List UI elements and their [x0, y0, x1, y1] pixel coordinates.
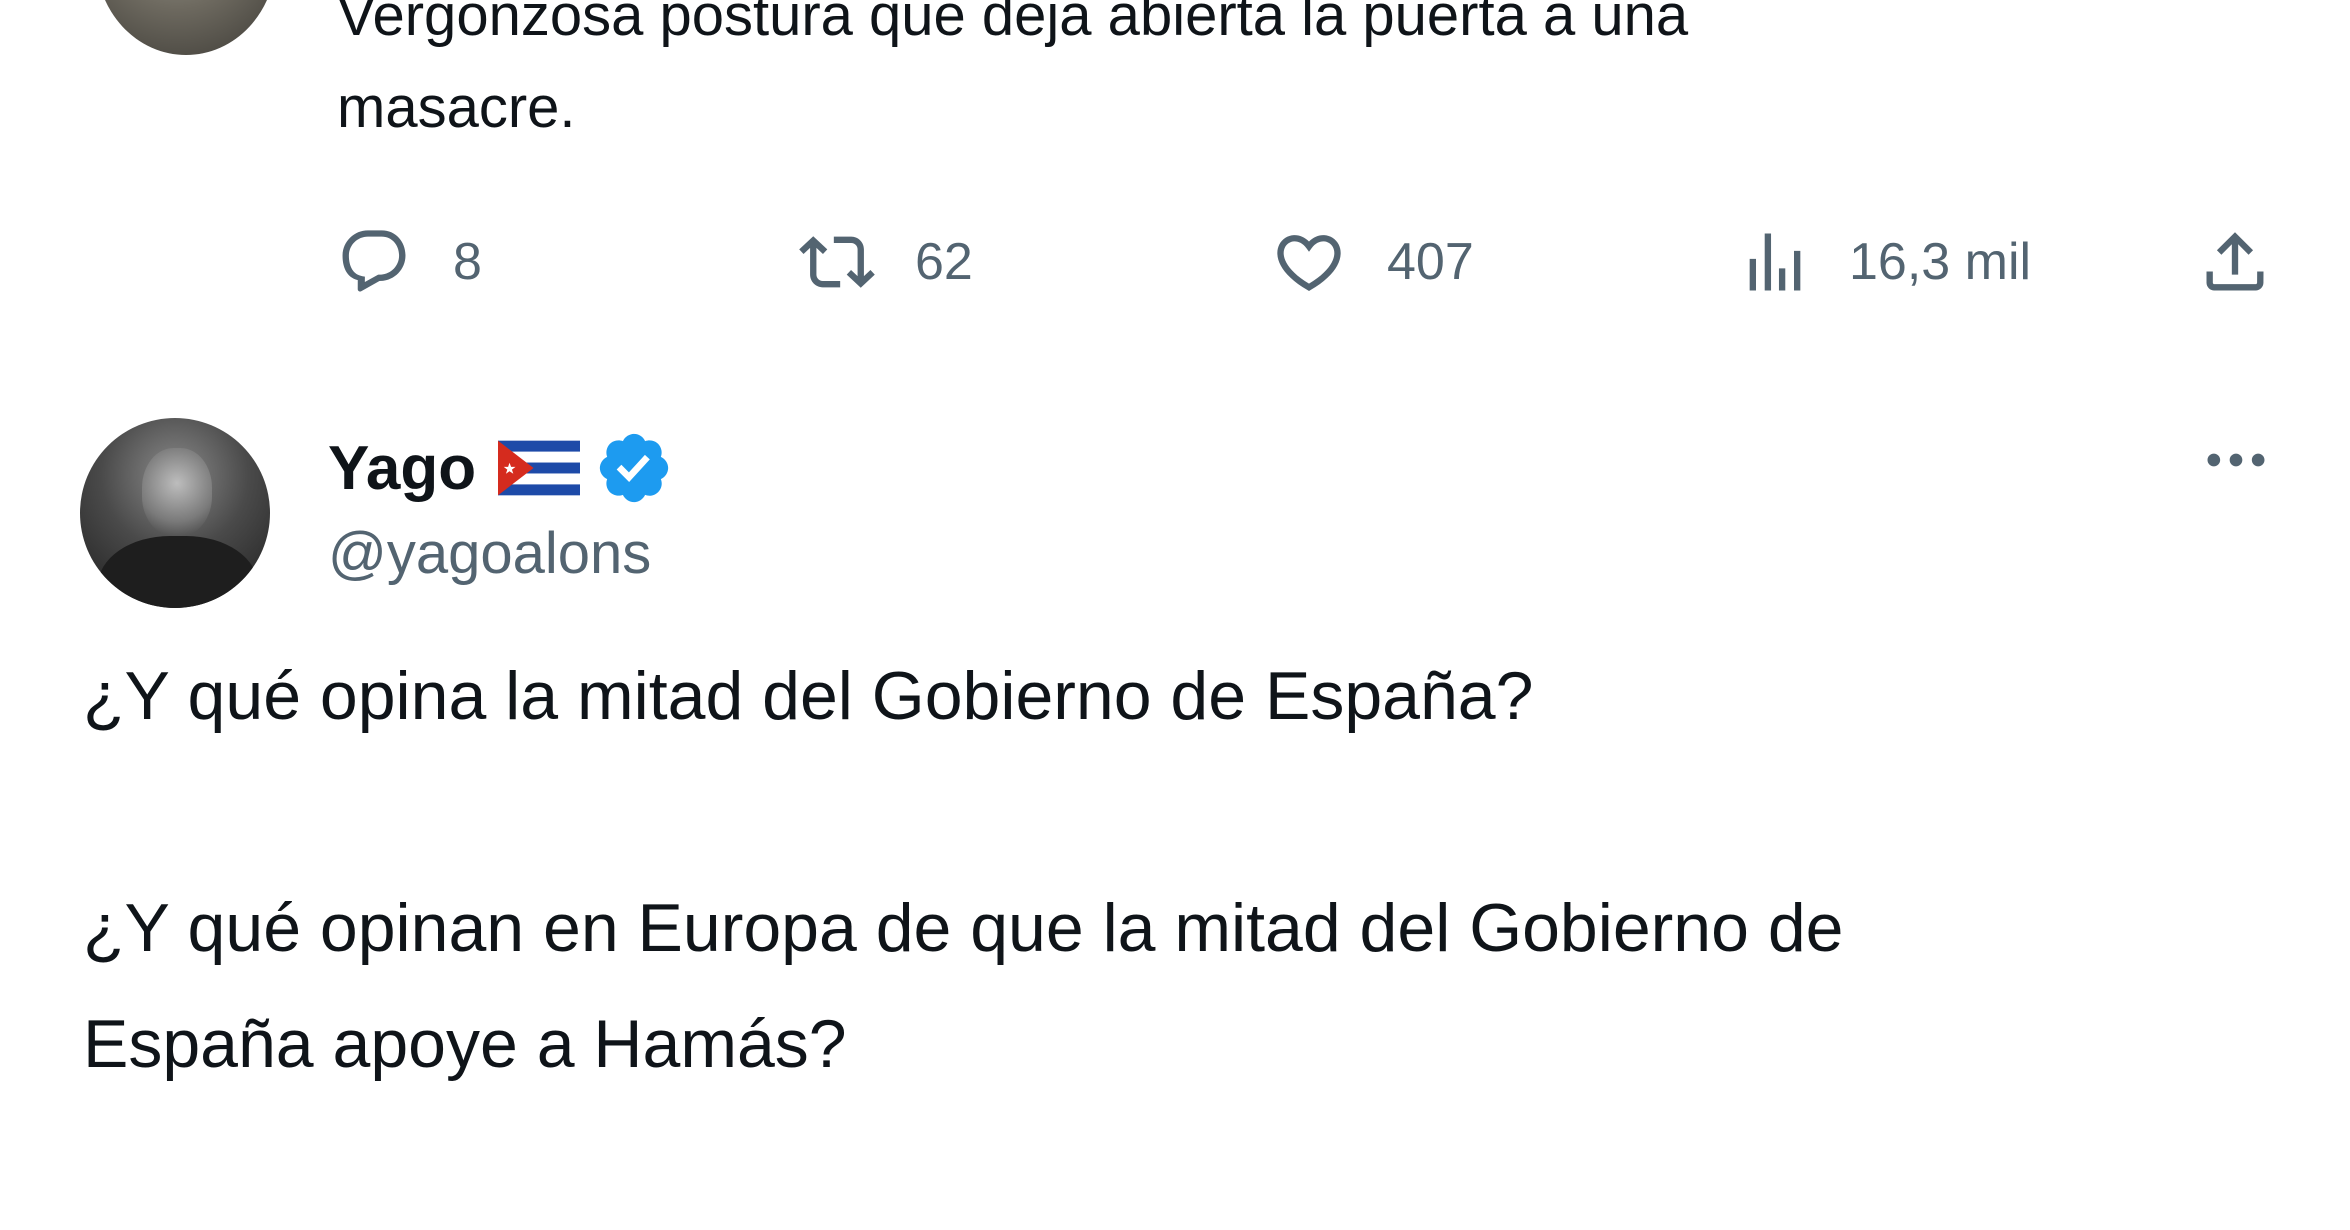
- display-name[interactable]: Yago: [328, 433, 476, 504]
- reply-count: 8: [453, 233, 482, 291]
- retweet-button[interactable]: 62: [799, 222, 973, 302]
- author-name-row[interactable]: Yago: [328, 428, 674, 508]
- views-icon: [1737, 224, 1813, 300]
- tweet-paragraph: ¿Y qué opina la mitad del Gobierno de Es…: [83, 658, 1534, 734]
- like-icon: [1271, 224, 1347, 300]
- views-button[interactable]: 16,3 mil: [1737, 222, 2031, 302]
- previous-tweet: Vergonzosa postura que deja abierta la p…: [0, 0, 2350, 380]
- reply-icon: [337, 224, 413, 300]
- share-icon: [2197, 224, 2273, 300]
- tweet-text: Vergonzosa postura que deja abierta la p…: [337, 0, 2237, 154]
- avatar-head-shape: [142, 448, 212, 536]
- verified-badge-icon[interactable]: [580, 428, 674, 508]
- reply-button[interactable]: 8: [337, 222, 482, 302]
- tweet-actions: 8 62 407 16,3 mil: [337, 222, 2297, 302]
- views-count: 16,3 mil: [1849, 233, 2032, 291]
- avatar[interactable]: [80, 418, 270, 608]
- more-options-button[interactable]: [2196, 432, 2276, 492]
- more-options-icon: [2198, 422, 2274, 503]
- tweet-text-line: Vergonzosa postura que deja abierta la p…: [337, 0, 1689, 48]
- retweet-icon: [799, 224, 875, 300]
- tweet-paragraph: ¿Y qué opinan en Europa de que la mitad …: [83, 890, 1844, 966]
- cuba-flag-icon: [476, 438, 581, 498]
- avatar-body-shape: [98, 536, 258, 608]
- avatar[interactable]: [96, 0, 276, 55]
- tweet: Yago @yagoalons ¿Y qué opina la mitad de…: [0, 380, 2350, 1230]
- username-handle[interactable]: @yagoalons: [328, 520, 651, 587]
- like-button[interactable]: 407: [1271, 222, 1474, 302]
- tweet-text: ¿Y qué opina la mitad del Gobierno de Es…: [83, 638, 2233, 1102]
- tweet-text-line: masacre.: [337, 75, 576, 140]
- like-count: 407: [1387, 233, 1474, 291]
- share-button[interactable]: [2197, 222, 2273, 302]
- tweet-paragraph: España apoye a Hamás?: [83, 1006, 847, 1082]
- retweet-count: 62: [915, 233, 973, 291]
